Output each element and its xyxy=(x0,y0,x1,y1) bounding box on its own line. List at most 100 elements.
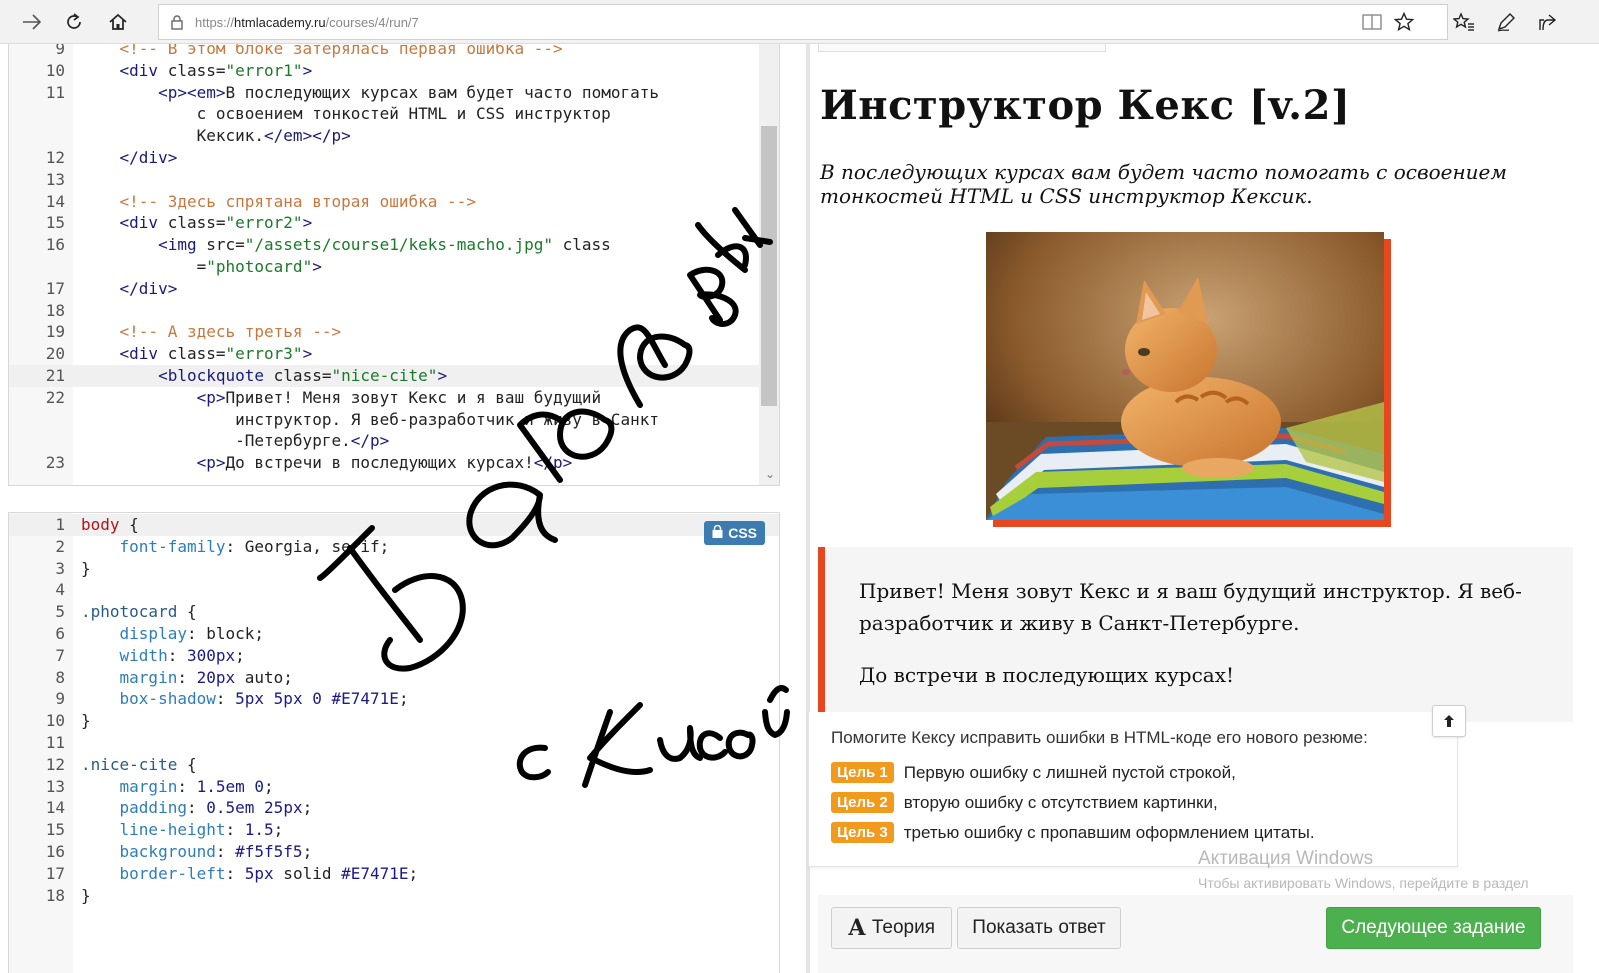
code-text[interactable]: <!-- Здесь спрятана вторая ошибка --> xyxy=(81,191,476,213)
code-line[interactable]: 7 width: 300px; xyxy=(9,645,779,667)
collapse-task-button[interactable] xyxy=(1432,705,1466,737)
code-line[interactable]: 9 box-shadow: 5px 5px 0 #E7471E; xyxy=(9,688,779,710)
code-text[interactable]: <div class="error2"> xyxy=(81,212,313,234)
code-text[interactable]: margin: 1.5em 0; xyxy=(81,776,274,798)
code-text[interactable]: } xyxy=(81,558,91,580)
line-number: 16 xyxy=(45,842,65,861)
code-line[interactable]: 22 <p>Привет! Меня зовут Кекс и я ваш бу… xyxy=(9,387,779,409)
code-line[interactable]: Кексик.</em></p> xyxy=(9,125,779,147)
line-number: 22 xyxy=(45,387,65,407)
code-text[interactable]: <!-- В этом блоке затерялась первая ошиб… xyxy=(81,44,563,60)
chevron-down-icon[interactable]: ⌄ xyxy=(765,467,775,481)
code-text[interactable]: </div> xyxy=(81,147,178,169)
code-text[interactable]: display: block; xyxy=(81,623,265,645)
code-text[interactable]: <div class="error3"> xyxy=(81,343,313,365)
code-text[interactable]: padding: 0.5em 25px; xyxy=(81,797,313,819)
code-text[interactable]: с освоением тонкостей HTML и CSS инструк… xyxy=(81,103,611,125)
next-task-button[interactable]: Следующее задание xyxy=(1326,907,1541,949)
code-line[interactable]: 5 .photocard { xyxy=(9,601,779,623)
code-line[interactable]: 13 margin: 1.5em 0; xyxy=(9,776,779,798)
code-line[interactable]: ="photocard"> xyxy=(9,256,779,278)
favorite-star-icon[interactable] xyxy=(1386,4,1422,40)
code-text[interactable]: <p>Привет! Меня зовут Кекс и я ваш будущ… xyxy=(81,387,602,409)
theory-button[interactable]: А Теория xyxy=(831,907,952,949)
preview-tab-strip xyxy=(818,44,1106,52)
code-line[interactable]: 12 </div> xyxy=(9,147,779,169)
code-line[interactable]: 16 background: #f5f5f5; xyxy=(9,841,779,863)
code-text[interactable]: -Петербурге.</p> xyxy=(81,430,389,452)
code-text[interactable]: border-left: 5px solid #E7471E; xyxy=(81,863,419,885)
code-text[interactable]: font-family: Georgia, serif; xyxy=(81,536,390,558)
code-line[interactable]: 6 display: block; xyxy=(9,623,779,645)
back-arrow-icon[interactable] xyxy=(14,4,50,40)
code-line[interactable]: 14 <!-- Здесь спрятана вторая ошибка --> xyxy=(9,191,779,213)
html-editor-scrollbar[interactable]: ⌄ xyxy=(759,44,779,485)
line-number: 18 xyxy=(45,300,65,320)
code-text[interactable]: ="photocard"> xyxy=(81,256,322,278)
code-line[interactable]: 10 <div class="error1"> xyxy=(9,60,779,82)
show-answer-button[interactable]: Показать ответ xyxy=(957,907,1121,949)
code-text[interactable]: box-shadow: 5px 5px 0 #E7471E; xyxy=(81,688,409,710)
code-line[interactable]: 16 <img src="/assets/course1/keks-macho.… xyxy=(9,234,779,256)
code-line[interactable]: 11 xyxy=(9,732,779,754)
home-icon[interactable] xyxy=(100,4,136,40)
code-line[interactable]: 19 <!-- А здесь третья --> xyxy=(9,321,779,343)
code-line[interactable]: 2 font-family: Georgia, serif; xyxy=(9,536,779,558)
code-line[interactable]: 20 <div class="error3"> xyxy=(9,343,779,365)
code-text[interactable]: .nice-cite { xyxy=(81,754,197,776)
code-text[interactable]: <img src="/assets/course1/keks-macho.jpg… xyxy=(81,234,611,256)
code-text[interactable]: <blockquote class="nice-cite"> xyxy=(81,365,447,387)
code-text[interactable]: .photocard { xyxy=(81,601,197,623)
code-text[interactable]: } xyxy=(81,710,91,732)
code-text[interactable]: margin: 20px auto; xyxy=(81,667,293,689)
code-line[interactable]: 10} xyxy=(9,710,779,732)
scrollbar-thumb[interactable] xyxy=(761,126,777,406)
code-text[interactable]: width: 300px; xyxy=(81,645,245,667)
line-number: 16 xyxy=(45,235,65,255)
code-line[interactable]: 4 xyxy=(9,579,779,601)
code-line[interactable]: -Петербурге.</p> xyxy=(9,430,779,452)
code-line[interactable]: 3} xyxy=(9,558,779,580)
code-text[interactable]: <!-- А здесь третья --> xyxy=(81,321,342,343)
code-line[interactable]: 15 line-height: 1.5; xyxy=(9,819,779,841)
code-text[interactable]: background: #f5f5f5; xyxy=(81,841,313,863)
goal-text: вторую ошибку с отсутствием картинки, xyxy=(903,792,1218,812)
line-number: 23 xyxy=(45,453,65,473)
goal-badge: Цель 3 xyxy=(831,822,894,843)
code-line[interactable]: 1 body { xyxy=(9,514,779,536)
refresh-icon[interactable] xyxy=(56,4,92,40)
code-text[interactable]: инструктор. Я веб-разработчик и живу в С… xyxy=(81,409,659,431)
pen-icon[interactable] xyxy=(1488,4,1524,40)
favorites-icon[interactable] xyxy=(1446,4,1482,40)
code-line[interactable]: 8 margin: 20px auto; xyxy=(9,667,779,689)
code-text[interactable]: <p>До встречи в последующих курсах!</p> xyxy=(81,452,573,474)
code-line[interactable]: 11 <p><em>В последующих курсах вам будет… xyxy=(9,82,779,104)
reading-view-icon[interactable] xyxy=(1354,4,1390,40)
address-bar[interactable]: https://htmlacademy.ru/courses/4/run/7 xyxy=(158,4,1448,40)
code-text[interactable]: body { xyxy=(81,514,139,536)
lead-paragraph: В последующих курсах вам будет часто пом… xyxy=(820,160,1507,208)
share-icon[interactable] xyxy=(1530,4,1566,40)
code-line[interactable]: 18 xyxy=(9,300,779,322)
code-text[interactable]: line-height: 1.5; xyxy=(81,819,284,841)
code-line[interactable]: с освоением тонкостей HTML и CSS инструк… xyxy=(9,103,779,125)
code-text[interactable]: </div> xyxy=(81,278,178,300)
code-text[interactable]: <div class="error1"> xyxy=(81,60,313,82)
code-line[interactable]: 14 padding: 0.5em 25px; xyxy=(9,797,779,819)
code-line[interactable]: 12 .nice-cite { xyxy=(9,754,779,776)
code-line[interactable]: инструктор. Я веб-разработчик и живу в С… xyxy=(9,409,779,431)
code-line[interactable]: 23 <p>До встречи в последующих курсах!</… xyxy=(9,452,779,474)
css-editor[interactable]: 1 body {2 font-family: Georgia, serif; 3} 4… xyxy=(8,512,780,973)
code-line[interactable]: 17 border-left: 5px solid #E7471E; xyxy=(9,863,779,885)
code-line[interactable]: 13 xyxy=(9,169,779,191)
code-text[interactable]: <p><em>В последующих курсах вам будет ча… xyxy=(81,82,659,104)
code-text[interactable]: } xyxy=(81,885,91,907)
code-line[interactable]: 17 </div> xyxy=(9,278,779,300)
code-line[interactable]: 15 <div class="error2"> xyxy=(9,212,779,234)
code-line[interactable]: 9 <!-- В этом блоке затерялась первая ош… xyxy=(9,44,779,60)
code-line[interactable]: 18} xyxy=(9,885,779,907)
goal-text: третью ошибку с пропавшим оформлением ци… xyxy=(903,822,1315,842)
code-line[interactable]: 21 <blockquote class="nice-cite"> xyxy=(9,365,779,387)
code-text[interactable]: Кексик.</em></p> xyxy=(81,125,351,147)
html-editor[interactable]: 9 <!-- В этом блоке затерялась первая ош… xyxy=(8,44,780,486)
